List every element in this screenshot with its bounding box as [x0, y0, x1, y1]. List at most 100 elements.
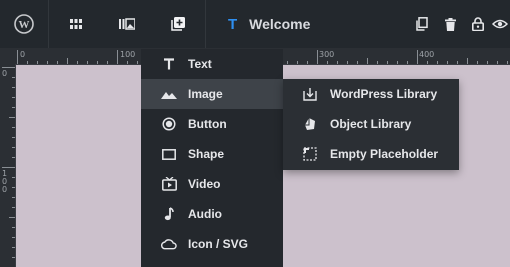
ruler-label: 0 — [2, 69, 8, 78]
object-icon — [303, 117, 317, 131]
button-icon — [161, 116, 177, 132]
ruler-tick — [497, 61, 498, 64]
menu-item-label: Shape — [188, 147, 225, 161]
ruler-tick — [12, 147, 15, 148]
page-title-area[interactable]: T Welcome — [228, 16, 310, 33]
theme-logo: T — [228, 15, 238, 33]
ruler-tick — [367, 58, 368, 64]
ruler-tick — [12, 97, 15, 98]
ruler-tick — [12, 257, 15, 258]
ruler-tick — [12, 157, 15, 158]
video-icon — [161, 176, 177, 192]
svg-text:W: W — [19, 19, 30, 31]
ruler-tick — [97, 61, 98, 64]
submenu-item-empty-placeholder[interactable]: Empty Placeholder — [283, 139, 459, 169]
ruler-tick — [12, 127, 15, 128]
ruler-tick — [9, 217, 15, 218]
ruler-tick — [12, 227, 15, 228]
ruler-tick — [17, 50, 18, 64]
ruler-tick — [447, 61, 448, 64]
download-icon — [303, 87, 317, 101]
menu-item-audio[interactable]: Audio — [141, 199, 283, 229]
ruler-label: 300 — [319, 50, 335, 59]
menu-item-shape[interactable]: Shape — [141, 139, 283, 169]
ruler-tick — [12, 187, 15, 188]
ruler-tick — [117, 50, 118, 64]
ruler-tick — [427, 61, 428, 64]
menu-item-image[interactable]: Image — [141, 79, 283, 109]
ruler-tick — [107, 61, 108, 64]
add-element-menu: Text Image Button Shape Video Audio Icon… — [141, 49, 283, 267]
image-icon — [161, 86, 177, 102]
cloud-icon — [161, 236, 177, 252]
menu-item-label: Image — [188, 87, 223, 101]
duplicate-icon[interactable] — [408, 0, 436, 48]
ruler-tick — [457, 61, 458, 64]
ruler-label: 0 — [20, 50, 26, 59]
ruler-tick — [37, 61, 38, 64]
ruler-tick — [2, 67, 15, 68]
trash-icon[interactable] — [436, 0, 464, 48]
ruler-tick — [477, 61, 478, 64]
submenu-item-label: Empty Placeholder — [330, 147, 439, 161]
ruler-tick — [127, 61, 128, 64]
ruler-tick — [12, 137, 15, 138]
menu-item-icon-svg[interactable]: Icon / SVG — [141, 229, 283, 259]
ruler-tick — [9, 117, 15, 118]
ruler-label: 100 — [2, 169, 8, 194]
ruler-tick — [387, 61, 388, 64]
toolbar-right-actions — [408, 0, 510, 48]
ruler-label: 400 — [419, 50, 435, 59]
ruler-tick — [47, 61, 48, 64]
audio-icon — [161, 206, 177, 222]
vertical-ruler: 0 100 — [0, 64, 16, 267]
ruler-tick — [507, 61, 508, 64]
ruler-tick — [437, 61, 438, 64]
eye-icon[interactable] — [492, 0, 510, 48]
ruler-tick — [327, 61, 328, 64]
grid-icon[interactable] — [49, 0, 103, 48]
ruler-tick — [407, 61, 408, 64]
ruler-tick — [417, 50, 418, 64]
menu-item-text[interactable]: Text — [141, 49, 283, 79]
ruler-tick — [397, 61, 398, 64]
page-title: Welcome — [249, 16, 311, 32]
menu-item-video[interactable]: Video — [141, 169, 283, 199]
lock-icon[interactable] — [464, 0, 492, 48]
ruler-tick — [297, 61, 298, 64]
menu-item-button[interactable]: Button — [141, 109, 283, 139]
ruler-tick — [12, 107, 15, 108]
ruler-tick — [67, 58, 68, 64]
menu-item-label: Button — [188, 117, 227, 131]
ruler-tick — [77, 61, 78, 64]
ruler-tick — [12, 77, 15, 78]
ruler-tick — [12, 177, 15, 178]
ruler-tick — [467, 58, 468, 64]
placeholder-icon — [303, 147, 317, 161]
submenu-item-label: WordPress Library — [330, 87, 438, 101]
menu-item-label: Icon / SVG — [188, 237, 249, 251]
library-icon[interactable] — [103, 0, 151, 48]
image-submenu: WordPress Library Object Library Empty P… — [283, 79, 459, 170]
ruler-tick — [57, 61, 58, 64]
ruler-tick — [137, 61, 138, 64]
ruler-tick — [307, 61, 308, 64]
add-element-icon[interactable] — [151, 0, 206, 48]
ruler-tick — [2, 167, 15, 168]
ruler-tick — [287, 61, 288, 64]
submenu-item-wordpress-library[interactable]: WordPress Library — [283, 79, 459, 109]
shape-icon — [161, 146, 177, 162]
ruler-tick — [337, 61, 338, 64]
ruler-tick — [12, 207, 15, 208]
submenu-item-label: Object Library — [330, 117, 412, 131]
ruler-tick — [27, 61, 28, 64]
ruler-tick — [357, 61, 358, 64]
ruler-tick — [12, 247, 15, 248]
wordpress-icon[interactable]: W — [0, 0, 49, 48]
ruler-tick — [87, 61, 88, 64]
ruler-tick — [377, 61, 378, 64]
top-toolbar: W T Welcome — [0, 0, 510, 48]
menu-item-label: Video — [188, 177, 221, 191]
submenu-item-object-library[interactable]: Object Library — [283, 109, 459, 139]
ruler-tick — [487, 61, 488, 64]
